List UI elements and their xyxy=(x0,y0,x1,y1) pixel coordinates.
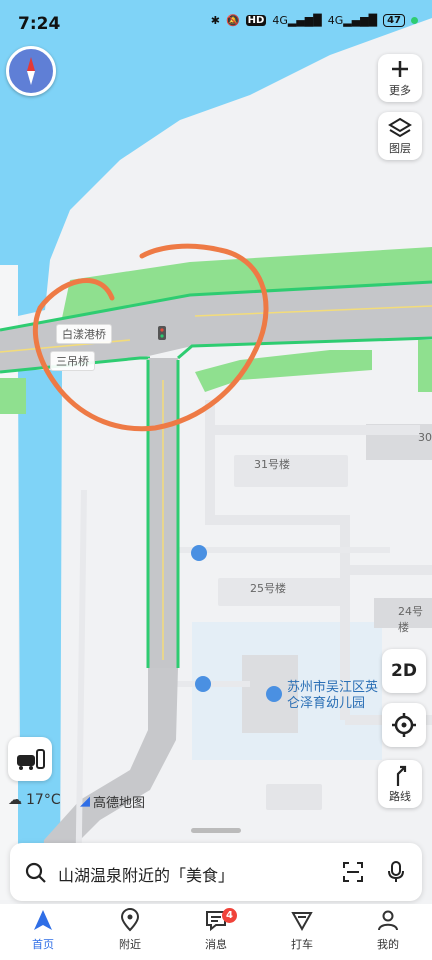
search-icon xyxy=(25,862,46,883)
navigation-arrow-icon xyxy=(34,910,52,930)
mute-bell-icon: 🔕 xyxy=(225,14,240,27)
layers-icon xyxy=(388,117,412,138)
tab-profile-label: 我的 xyxy=(377,938,399,951)
compass-icon[interactable] xyxy=(6,46,56,96)
tab-messages-label: 消息 xyxy=(205,938,227,951)
tab-nearby[interactable]: 附近 xyxy=(100,908,160,952)
school-poi-icon xyxy=(266,686,282,702)
weather-temp: 17°C xyxy=(26,792,61,808)
tab-home-label: 首页 xyxy=(32,938,54,951)
building-label-25: 25号楼 xyxy=(250,582,286,595)
route-label: 路线 xyxy=(389,790,411,803)
building-label-30: 30 xyxy=(418,431,432,444)
tab-profile[interactable]: 我的 xyxy=(358,908,418,952)
bus-stop-icon-2 xyxy=(195,676,211,692)
layers-label: 图层 xyxy=(389,142,411,155)
bottom-tab-bar: 首页 附近 消息 4 打车 我的 xyxy=(0,904,432,960)
amap-logo-icon: ◢ xyxy=(80,794,90,809)
plus-icon xyxy=(392,61,408,77)
scan-icon[interactable] xyxy=(341,860,365,884)
route-icon xyxy=(396,765,407,786)
hd-badge: HD xyxy=(245,15,267,26)
bluetooth-icon: ✱ xyxy=(210,14,220,27)
battery-icon: 47 xyxy=(383,14,405,27)
layers-button[interactable]: 图层 xyxy=(378,112,422,160)
privacy-dot-icon xyxy=(411,17,418,24)
road-label-bridge-1: 白漾港桥 xyxy=(56,324,112,344)
more-button[interactable]: 更多 xyxy=(378,54,422,102)
road-label-bridge-2: 三吊桥 xyxy=(50,351,95,371)
weather-widget[interactable]: ☁ 17°C xyxy=(8,792,61,808)
poi-line-1: 苏州市吴江区英 xyxy=(287,680,379,695)
signal-icon-2: 4G▂▄▆█ xyxy=(327,14,378,27)
cloudy-icon: ☁ xyxy=(8,792,22,808)
location-pin-icon xyxy=(120,908,140,932)
status-time: 7:24 xyxy=(18,14,61,34)
taxi-icon xyxy=(291,912,313,932)
bus-stop-icon xyxy=(191,545,207,561)
tab-taxi[interactable]: 打车 xyxy=(272,908,332,952)
search-input[interactable]: 山湖温泉附近的「美食」 xyxy=(58,862,234,886)
sheet-grabber[interactable] xyxy=(191,828,241,833)
locate-icon xyxy=(392,713,416,737)
microphone-icon[interactable] xyxy=(384,860,408,884)
car-traffic-icon xyxy=(17,749,45,770)
brand-name: 高德地图 xyxy=(93,796,146,811)
locate-button[interactable] xyxy=(382,703,426,747)
building-label-24: 24号楼 xyxy=(398,605,423,634)
traffic-toggle-button[interactable] xyxy=(8,737,52,781)
status-icons: ✱ 🔕 HD 4G▂▄▆█ 4G▂▄▆█ 47 xyxy=(211,14,418,27)
user-icon xyxy=(378,910,398,931)
signal-icon-1: 4G▂▄▆█ xyxy=(272,14,322,27)
search-bar[interactable]: 山湖温泉附近的「美食」 xyxy=(10,843,422,901)
poi-line-2: 仑泽育幼儿园 xyxy=(287,696,366,711)
traffic-light-icon xyxy=(158,326,166,340)
view-2d-button[interactable]: 2D xyxy=(382,649,426,693)
route-button[interactable]: 路线 xyxy=(378,760,422,808)
building-label-31: 31号楼 xyxy=(254,458,290,471)
status-bar: 7:24 ✱ 🔕 HD 4G▂▄▆█ 4G▂▄▆█ 47 xyxy=(0,0,432,48)
message-badge: 4 xyxy=(222,908,237,923)
map-canvas[interactable]: 白漾港桥 三吊桥 31号楼 25号楼 24号楼 30 苏州市吴江区英 仑泽育幼儿… xyxy=(0,0,432,900)
tab-nearby-label: 附近 xyxy=(119,938,141,951)
brand-logo: ◢ 高德地图 xyxy=(80,792,145,811)
tab-messages[interactable]: 消息 4 xyxy=(186,908,246,952)
more-label: 更多 xyxy=(389,84,411,97)
tab-home[interactable]: 首页 xyxy=(13,908,73,952)
tab-taxi-label: 打车 xyxy=(291,938,313,951)
poi-label-kindergarten[interactable]: 苏州市吴江区英 仑泽育幼儿园 xyxy=(287,680,378,712)
